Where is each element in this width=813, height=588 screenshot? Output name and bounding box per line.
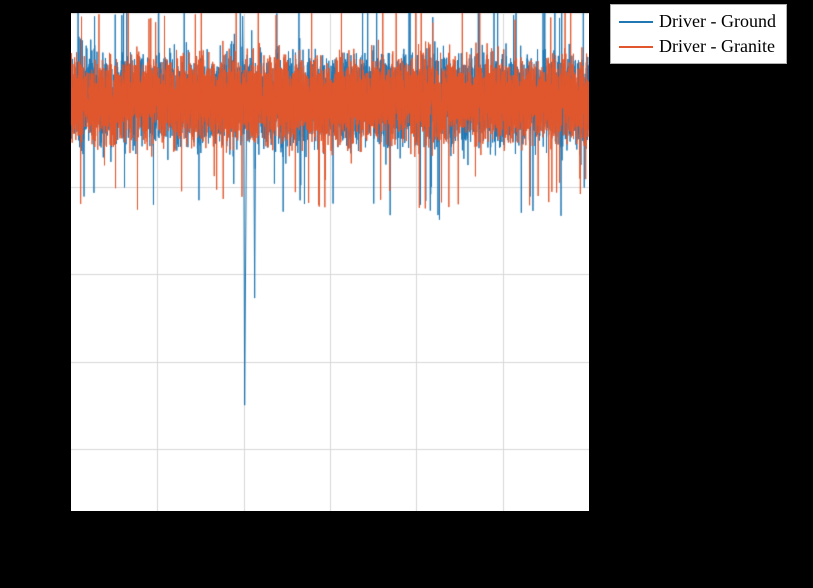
legend-label-ground: Driver - Ground bbox=[659, 9, 776, 34]
legend-item-ground: Driver - Ground bbox=[619, 9, 776, 34]
legend-swatch-granite bbox=[619, 46, 653, 48]
data-series bbox=[71, 13, 589, 511]
legend-label-granite: Driver - Granite bbox=[659, 34, 775, 59]
legend-item-granite: Driver - Granite bbox=[619, 34, 776, 59]
chart-stage: Driver - Ground Driver - Granite bbox=[0, 0, 813, 588]
plot-area bbox=[70, 12, 590, 512]
legend: Driver - Ground Driver - Granite bbox=[610, 4, 787, 64]
legend-swatch-ground bbox=[619, 21, 653, 23]
